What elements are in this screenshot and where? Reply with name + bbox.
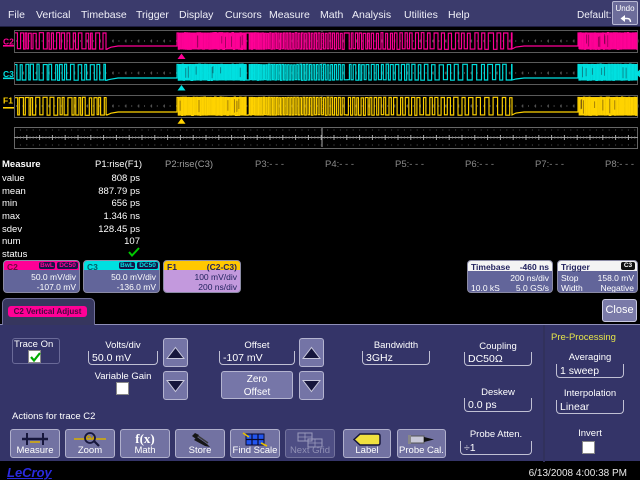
svg-text:F1: F1 bbox=[3, 96, 13, 106]
